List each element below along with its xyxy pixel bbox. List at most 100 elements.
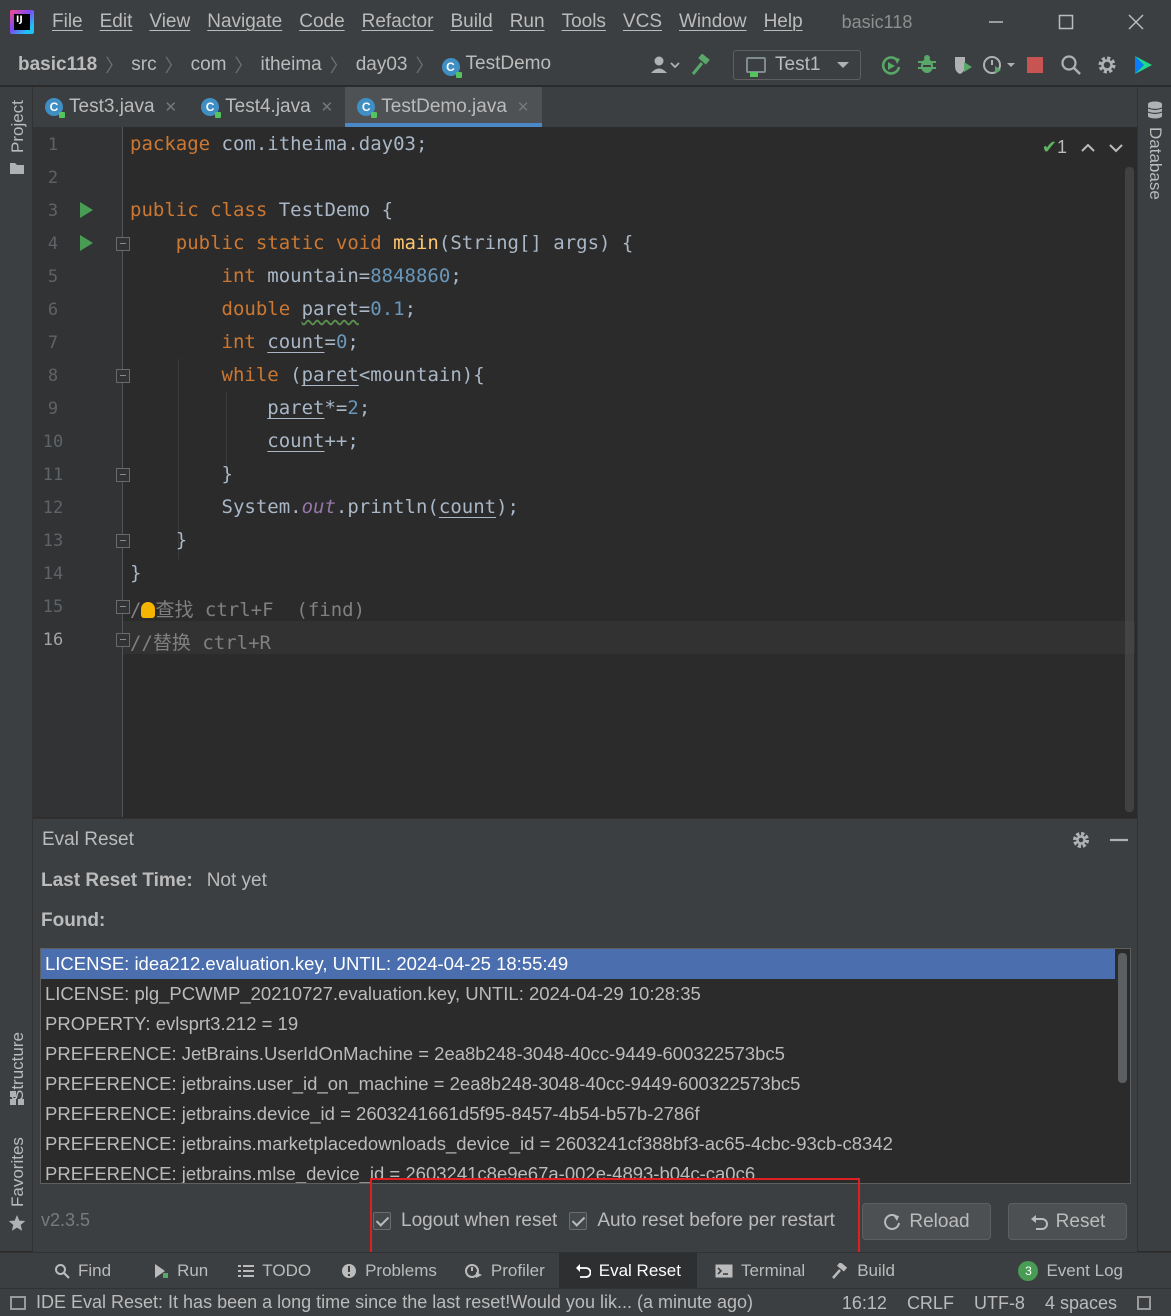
- menu-refactor[interactable]: Refactor: [362, 11, 434, 33]
- list-item[interactable]: PREFERENCE: JetBrains.UserIdOnMachine = …: [41, 1039, 1130, 1069]
- indent-setting[interactable]: 4 spaces: [1045, 1293, 1117, 1314]
- menu-window[interactable]: Window: [679, 11, 747, 33]
- tool-todo[interactable]: TODO: [232, 1253, 317, 1289]
- menu-navigate[interactable]: Navigate: [207, 11, 282, 33]
- previous-highlight-icon[interactable]: [1081, 143, 1095, 153]
- fold-marker-icon[interactable]: [116, 600, 130, 614]
- close-tab-icon[interactable]: ✕: [321, 98, 334, 116]
- menu-file[interactable]: File: [52, 11, 83, 33]
- menu-view[interactable]: View: [149, 11, 190, 33]
- tool-profiler[interactable]: Profiler: [459, 1253, 551, 1289]
- close-window-button[interactable]: [1101, 0, 1171, 44]
- line-number: 2: [47, 168, 59, 188]
- tool-eval-reset[interactable]: Eval Reset: [558, 1252, 697, 1289]
- gear-icon[interactable]: [1071, 830, 1091, 850]
- file-encoding[interactable]: UTF-8: [974, 1293, 1025, 1314]
- intellij-logo-icon[interactable]: IJ: [10, 10, 34, 34]
- breadcrumb-testdemo-label: TestDemo: [465, 53, 552, 74]
- inspection-widget[interactable]: ✔1: [1042, 137, 1123, 158]
- close-tab-icon[interactable]: ✕: [517, 98, 530, 116]
- list-item[interactable]: LICENSE: plg_PCWMP_20210727.evaluation.k…: [41, 979, 1130, 1009]
- tab-test3-java[interactable]: C Test3.java ✕: [33, 87, 189, 127]
- menu-code[interactable]: Code: [299, 11, 344, 33]
- maximize-button[interactable]: [1031, 0, 1101, 44]
- breadcrumb-itheima[interactable]: itheima: [260, 54, 321, 76]
- run-configuration-select[interactable]: Test1: [733, 50, 861, 80]
- code-with-me-icon: [1135, 56, 1152, 74]
- database-tool-window-button[interactable]: Database: [1145, 127, 1165, 200]
- list-item[interactable]: PREFERENCE: jetbrains.marketplacedownloa…: [41, 1129, 1130, 1159]
- run-class-gutter-icon[interactable]: [80, 202, 93, 218]
- search-everywhere-button[interactable]: [1053, 49, 1089, 81]
- breadcrumb-testdemo[interactable]: C TestDemo: [441, 53, 552, 78]
- editor-scrollbar[interactable]: [1125, 167, 1134, 812]
- tool-terminal[interactable]: Terminal: [709, 1253, 811, 1289]
- fold-marker-icon[interactable]: [116, 369, 130, 383]
- minimize-panel-icon[interactable]: [1109, 830, 1129, 850]
- run-main-gutter-icon[interactable]: [80, 235, 93, 251]
- debug-button[interactable]: [909, 49, 945, 81]
- tool-problems[interactable]: Problems: [335, 1253, 443, 1289]
- toggle-tool-windows-icon[interactable]: [10, 1295, 26, 1310]
- tool-find-label: Find: [78, 1260, 112, 1280]
- status-message[interactable]: IDE Eval Reset: It has been a long time …: [36, 1292, 753, 1313]
- list-item[interactable]: PROPERTY: evlsprt3.212 = 19: [41, 1009, 1130, 1039]
- rerun-button[interactable]: [873, 49, 909, 81]
- list-scrollbar[interactable]: [1118, 953, 1127, 1083]
- menu-tools[interactable]: Tools: [562, 11, 606, 33]
- next-highlight-icon[interactable]: [1109, 143, 1123, 153]
- favorites-tool-window-button[interactable]: Favorites: [8, 1137, 28, 1207]
- code-editor[interactable]: 1 2 3 4 5 6 7 8 9 10 11 12 13 14 15 16 p…: [33, 127, 1137, 817]
- list-item[interactable]: LICENSE: idea212.evaluation.key, UNTIL: …: [41, 949, 1115, 979]
- tool-find[interactable]: Find: [48, 1253, 117, 1289]
- run-with-coverage-button[interactable]: [945, 49, 981, 81]
- user-account-button[interactable]: [647, 49, 683, 81]
- code-with-me-button[interactable]: [1125, 49, 1161, 81]
- code-line-7: int count=0;: [221, 331, 359, 353]
- coverage-shield-icon: [955, 57, 972, 74]
- menu-build[interactable]: Build: [450, 11, 492, 33]
- database-tool-label: Database: [1146, 127, 1165, 200]
- list-item[interactable]: PREFERENCE: jetbrains.user_id_on_machine…: [41, 1069, 1130, 1099]
- java-class-icon: C: [357, 98, 378, 118]
- reload-button[interactable]: Reload: [862, 1203, 991, 1240]
- java-class-icon: C: [441, 58, 462, 78]
- caret-position[interactable]: 16:12: [842, 1293, 887, 1314]
- profiler-button[interactable]: [981, 49, 1017, 81]
- list-item[interactable]: PREFERENCE: jetbrains.device_id = 260324…: [41, 1099, 1130, 1129]
- fold-marker-icon[interactable]: [116, 468, 130, 482]
- project-tool-window-button[interactable]: Project: [8, 100, 28, 153]
- tool-run[interactable]: Run: [147, 1253, 214, 1289]
- minimize-button[interactable]: [961, 0, 1031, 44]
- menu-help[interactable]: Help: [764, 11, 803, 33]
- fold-marker-icon[interactable]: [116, 534, 130, 548]
- build-project-button[interactable]: [683, 49, 719, 81]
- minimize-icon: [989, 21, 1003, 23]
- breadcrumb-src[interactable]: src: [131, 54, 156, 76]
- stop-button[interactable]: [1017, 49, 1053, 81]
- last-reset-value: Not yet: [206, 870, 267, 891]
- breadcrumb-com[interactable]: com: [191, 54, 227, 76]
- found-list[interactable]: LICENSE: idea212.evaluation.key, UNTIL: …: [40, 948, 1131, 1184]
- tab-test4-java[interactable]: C Test4.java ✕: [189, 87, 345, 127]
- tab-testdemo-java[interactable]: C TestDemo.java ✕: [345, 87, 542, 127]
- line-number: 13: [42, 531, 64, 551]
- breadcrumb-day03[interactable]: day03: [356, 54, 408, 76]
- menu-run[interactable]: Run: [510, 11, 545, 33]
- reset-button[interactable]: Reset: [1008, 1203, 1127, 1240]
- tool-build[interactable]: Build: [825, 1253, 901, 1289]
- close-tab-icon[interactable]: ✕: [165, 98, 178, 116]
- line-number: 3: [47, 201, 59, 221]
- event-log-button[interactable]: 3 Event Log: [1018, 1253, 1123, 1289]
- intention-bulb-icon[interactable]: [141, 602, 156, 618]
- settings-button[interactable]: [1089, 49, 1125, 81]
- readonly-lock-icon[interactable]: [1137, 1296, 1151, 1310]
- fold-marker-icon[interactable]: [116, 237, 130, 251]
- menu-edit[interactable]: Edit: [100, 11, 133, 33]
- line-separator[interactable]: CRLF: [907, 1293, 954, 1314]
- breadcrumb-project[interactable]: basic118: [18, 54, 97, 76]
- line-number: 12: [42, 498, 64, 518]
- fold-marker-icon[interactable]: [116, 633, 130, 647]
- line-number: 15: [42, 597, 64, 617]
- menu-vcs[interactable]: VCS: [623, 11, 662, 33]
